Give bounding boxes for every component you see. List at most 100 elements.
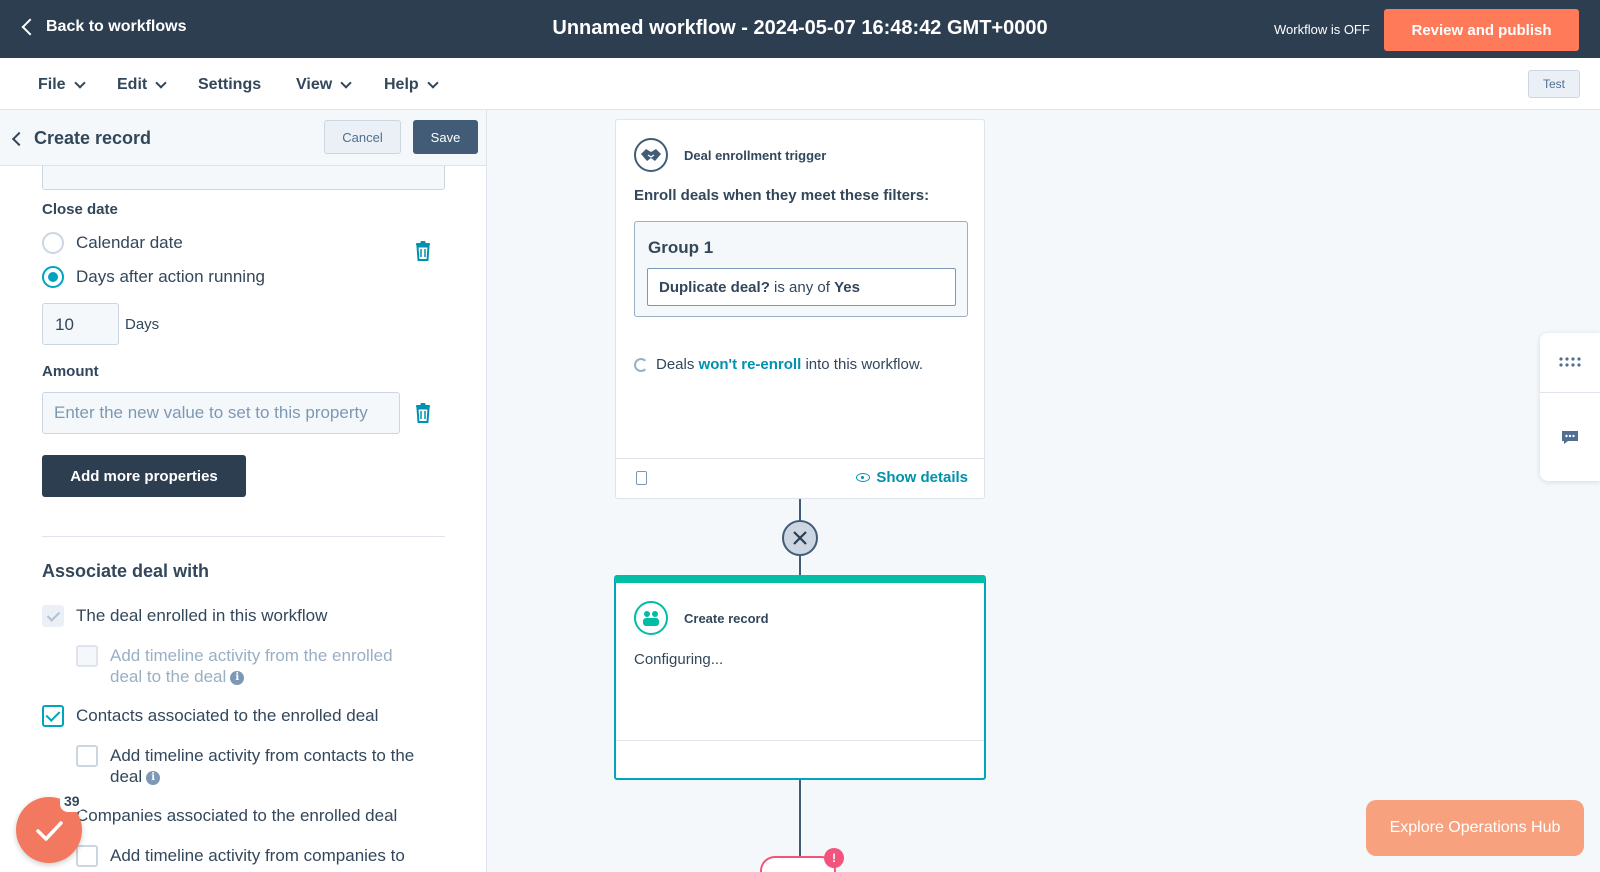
reenroll-prefix: Deals (656, 356, 695, 373)
connector-line (799, 499, 801, 521)
assoc-contacts-timeline-label: Add timeline activity from contacts to t… (110, 745, 446, 787)
menu-view[interactable]: View (296, 76, 352, 94)
action-card-title: Create record (684, 610, 769, 626)
enroll-criteria-text: Enroll deals when they meet these filter… (634, 187, 930, 204)
group-title: Group 1 (648, 238, 714, 257)
assoc-companies[interactable]: Companies associated to the enrolled dea… (42, 805, 397, 827)
show-details-label: Show details (876, 469, 968, 486)
filter-property: Duplicate deal? (659, 279, 770, 296)
delete-connection-button[interactable] (782, 520, 818, 556)
trigger-card-title: Deal enrollment trigger (684, 147, 827, 163)
filter-value: Yes (834, 279, 860, 296)
side-toolbar-divider (1540, 392, 1600, 393)
show-details-button[interactable]: Show details (856, 469, 968, 486)
radio-days-after-label: Days after action running (76, 267, 265, 286)
filter-rule[interactable]: Duplicate deal? is any of Yes (647, 268, 956, 306)
keypad-icon[interactable] (1559, 357, 1581, 367)
label-text: Add timeline activity from the enrolled … (110, 646, 393, 686)
info-icon[interactable]: i (230, 670, 245, 685)
checkbox[interactable] (42, 605, 64, 627)
panel-header: Create record Cancel Save (0, 110, 486, 166)
menu-file-label: File (38, 76, 66, 93)
create-record-action-card[interactable]: Create record Configuring... (614, 575, 986, 780)
radio-calendar-date[interactable]: Calendar date (42, 232, 183, 254)
trigger-card-footer: Show details (616, 458, 984, 498)
record-icon (634, 601, 668, 635)
assoc-companies-timeline-label: Add timeline activity from companies to (110, 846, 405, 865)
days-unit-label: Days (125, 316, 160, 333)
radio-button-selected[interactable] (42, 266, 64, 288)
menu-settings[interactable]: Settings (198, 76, 261, 94)
explore-operations-hub-button[interactable]: Explore Operations Hub (1366, 800, 1584, 856)
assoc-enrolled-deal[interactable]: The deal enrolled in this workflow (42, 605, 327, 627)
review-and-publish-button[interactable]: Review and publish (1384, 9, 1579, 51)
assoc-enrolled-deal-timeline-label: Add timeline activity from the enrolled … (110, 645, 426, 687)
chevron-left-icon (11, 131, 27, 146)
enrollment-trigger-card[interactable]: Deal enrollment trigger Enroll deals whe… (615, 119, 985, 499)
chevron-down-icon (155, 77, 167, 89)
connector-line (799, 556, 801, 576)
checklist-count-badge: 39 (60, 790, 84, 812)
filter-group[interactable]: Group 1 Duplicate deal? is any of Yes (634, 221, 968, 317)
comment-icon[interactable] (1561, 430, 1579, 445)
close-icon (793, 531, 807, 545)
assoc-companies-label: Companies associated to the enrolled dea… (76, 806, 398, 825)
menu-settings-label: Settings (198, 76, 262, 93)
action-status: Configuring... (634, 651, 724, 668)
trash-icon[interactable] (415, 403, 431, 423)
section-divider (42, 536, 445, 537)
associate-section-title: Associate deal with (42, 561, 210, 581)
radio-days-after-action[interactable]: Days after action running (42, 266, 265, 288)
assoc-contacts-timeline[interactable]: Add timeline activity from contacts to t… (76, 745, 446, 787)
reenroll-note: Deals won't re-enroll into this workflow… (634, 356, 923, 373)
days-number-input[interactable]: 10 (42, 303, 119, 345)
menu-file[interactable]: File (38, 76, 86, 94)
add-more-properties-button[interactable]: Add more properties (42, 455, 246, 497)
close-date-label: Close date (42, 201, 118, 218)
assoc-enrolled-deal-label: The deal enrolled in this workflow (76, 606, 328, 625)
filter-operator: is any of (774, 279, 830, 296)
action-card-header: Create record (634, 601, 769, 635)
chevron-down-icon (73, 77, 86, 89)
action-card-footer (616, 740, 984, 778)
assoc-enrolled-deal-timeline[interactable]: Add timeline activity from the enrolled … (76, 645, 426, 687)
chevron-down-icon (340, 77, 352, 89)
eye-icon (856, 473, 871, 482)
amount-input[interactable]: Enter the new value to set to this prope… (42, 392, 400, 434)
reenroll-text: Deals won't re-enroll into this workflow… (656, 356, 923, 373)
workflow-status: Workflow is OFF (1274, 22, 1370, 37)
cancel-button[interactable]: Cancel (324, 120, 401, 154)
connector-line (799, 780, 801, 860)
alert-icon: ! (824, 848, 844, 868)
radio-button[interactable] (42, 232, 64, 254)
info-icon[interactable]: i (146, 770, 161, 785)
clipboard-icon[interactable] (636, 471, 647, 485)
save-button[interactable]: Save (413, 120, 478, 154)
assoc-contacts-label: Contacts associated to the enrolled deal (76, 706, 379, 725)
panel-back-title[interactable]: Create record (11, 128, 152, 149)
amount-label: Amount (42, 363, 99, 380)
checkbox[interactable] (76, 745, 98, 767)
refresh-icon (634, 357, 648, 372)
menu-edit[interactable]: Edit (117, 76, 167, 94)
create-record-panel: Create record Cancel Save Close date Cal… (0, 110, 487, 872)
test-button[interactable]: Test (1528, 70, 1580, 98)
menu-view-label: View (296, 76, 333, 93)
top-header: Back to workflows Unnamed workflow - 202… (0, 0, 1600, 58)
checkbox-checked[interactable] (42, 705, 64, 727)
menu-help-label: Help (384, 76, 419, 93)
menu-edit-label: Edit (117, 76, 148, 93)
trash-icon[interactable] (415, 241, 431, 261)
checkbox[interactable] (76, 645, 98, 667)
reenroll-link[interactable]: won't re-enroll (699, 356, 802, 373)
assoc-contacts[interactable]: Contacts associated to the enrolled deal (42, 705, 378, 727)
menu-help[interactable]: Help (384, 76, 439, 94)
side-toolbar (1540, 333, 1600, 481)
radio-calendar-date-label: Calendar date (76, 233, 183, 252)
chevron-down-icon (427, 77, 439, 89)
reenroll-suffix: into this workflow. (805, 356, 923, 373)
assoc-companies-timeline[interactable]: Add timeline activity from companies to (76, 845, 446, 867)
handshake-icon (634, 138, 668, 172)
panel-title: Create record (34, 128, 152, 148)
trigger-card-header: Deal enrollment trigger (634, 138, 826, 172)
